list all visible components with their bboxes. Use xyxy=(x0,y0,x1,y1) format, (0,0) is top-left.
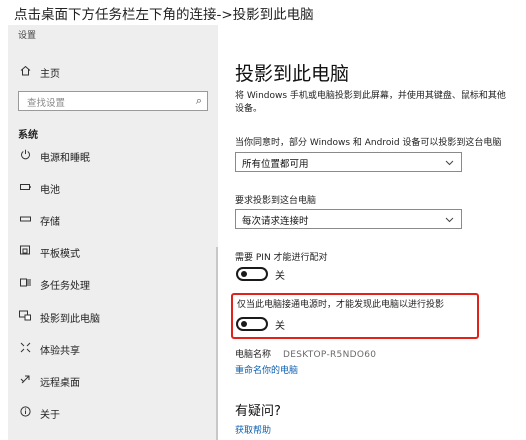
sidebar-item-label: 主页 xyxy=(40,68,60,80)
rename-pc-link[interactable]: 重命名你的电脑 xyxy=(235,363,298,376)
highlight-annotation-box xyxy=(231,293,479,339)
page-title: 投影到此电脑 xyxy=(235,63,350,85)
sidebar-item-label: 体验共享 xyxy=(40,345,80,357)
sidebar-item-label: 存储 xyxy=(40,216,60,228)
sidebar-item-project[interactable]: 投影到此电脑 xyxy=(8,306,214,328)
availability-dropdown[interactable]: 所有位置都可用 xyxy=(235,152,462,172)
sidebar-scrollbar[interactable] xyxy=(216,247,218,440)
project-icon xyxy=(18,310,32,325)
sidebar-item-remote-desktop[interactable]: 远程桌面 xyxy=(8,370,214,392)
sidebar-item-label: 平板模式 xyxy=(40,248,80,260)
battery-icon xyxy=(18,181,32,195)
tablet-mode-icon xyxy=(18,245,32,260)
pc-name-label: 电脑名称 xyxy=(235,350,272,360)
window-title: 设置 xyxy=(18,31,37,41)
search-input[interactable]: 查找设置 ⌕ xyxy=(18,91,208,111)
toggle-knob xyxy=(241,271,247,277)
sidebar-item-home[interactable]: 主页 xyxy=(8,61,214,83)
settings-window: 设置 主页 查找设置 ⌕ 系统 电源和睡眠 电池 存储 平板模式 多任务处理 投… xyxy=(8,25,526,440)
sidebar-item-label: 多任务处理 xyxy=(40,280,90,292)
remote-desktop-icon xyxy=(18,374,32,389)
sidebar-item-power[interactable]: 电源和睡眠 xyxy=(8,145,214,167)
require-pin-label: 需要 PIN 才能进行配对 xyxy=(235,253,328,263)
home-icon xyxy=(18,65,32,80)
search-placeholder: 查找设置 xyxy=(27,98,66,109)
pc-name-value: DESKTOP-R5NDO60 xyxy=(283,350,377,360)
info-icon xyxy=(18,405,32,421)
require-pin-state: 关 xyxy=(275,271,285,282)
sidebar-item-tablet-mode[interactable]: 平板模式 xyxy=(8,241,214,263)
sidebar-item-label: 远程桌面 xyxy=(40,377,80,389)
sidebar-item-about[interactable]: 关于 xyxy=(8,402,214,424)
sidebar-item-label: 关于 xyxy=(40,409,60,421)
multitasking-icon xyxy=(18,277,32,292)
description-line: 设备。 xyxy=(235,104,263,114)
sidebar-item-label: 电池 xyxy=(40,184,60,196)
availability-label: 当你同意时，部分 Windows 和 Android 设备可以投影到这台电脑 xyxy=(235,138,502,148)
shared-experiences-icon xyxy=(18,342,32,357)
sidebar: 设置 主页 查找设置 ⌕ 系统 电源和睡眠 电池 存储 平板模式 多任务处理 投… xyxy=(8,25,218,440)
caption-text: 点击桌面下方任务栏左下角的连接->投影到此电脑 xyxy=(14,7,314,23)
sidebar-item-battery[interactable]: 电池 xyxy=(8,177,214,199)
sidebar-item-storage[interactable]: 存储 xyxy=(8,209,214,231)
pc-name-row: 电脑名称 DESKTOP-R5NDO60 xyxy=(235,347,376,360)
ask-to-project-value: 每次请求连接时 xyxy=(242,216,309,227)
main-content: 投影到此电脑 将 Windows 手机或电脑投影到此屏幕，并使用其键盘、鼠标和其… xyxy=(235,25,526,440)
require-pin-toggle[interactable] xyxy=(236,267,268,281)
sidebar-item-multitasking[interactable]: 多任务处理 xyxy=(8,273,214,295)
chevron-down-icon xyxy=(445,217,454,223)
sidebar-item-label: 投影到此电脑 xyxy=(40,313,100,325)
require-pin-toggle-row: 关 xyxy=(235,265,335,283)
search-icon[interactable]: ⌕ xyxy=(196,94,202,108)
power-icon xyxy=(18,149,32,164)
sidebar-item-shared-experiences[interactable]: 体验共享 xyxy=(8,338,214,360)
get-help-link[interactable]: 获取帮助 xyxy=(235,423,271,436)
chevron-down-icon xyxy=(445,160,454,166)
sidebar-item-label: 电源和睡眠 xyxy=(40,152,90,164)
availability-value: 所有位置都可用 xyxy=(242,159,309,170)
ask-to-project-label: 要求投影到这台电脑 xyxy=(235,196,317,206)
ask-to-project-dropdown[interactable]: 每次请求连接时 xyxy=(235,209,462,229)
page-description: 将 Windows 手机或电脑投影到此屏幕，并使用其键盘、鼠标和其他 设备。 xyxy=(235,90,526,116)
description-line: 将 Windows 手机或电脑投影到此屏幕，并使用其键盘、鼠标和其他 xyxy=(235,91,506,101)
section-heading-system: 系统 xyxy=(18,130,38,141)
help-heading: 有疑问? xyxy=(235,404,281,419)
storage-icon xyxy=(18,213,32,227)
